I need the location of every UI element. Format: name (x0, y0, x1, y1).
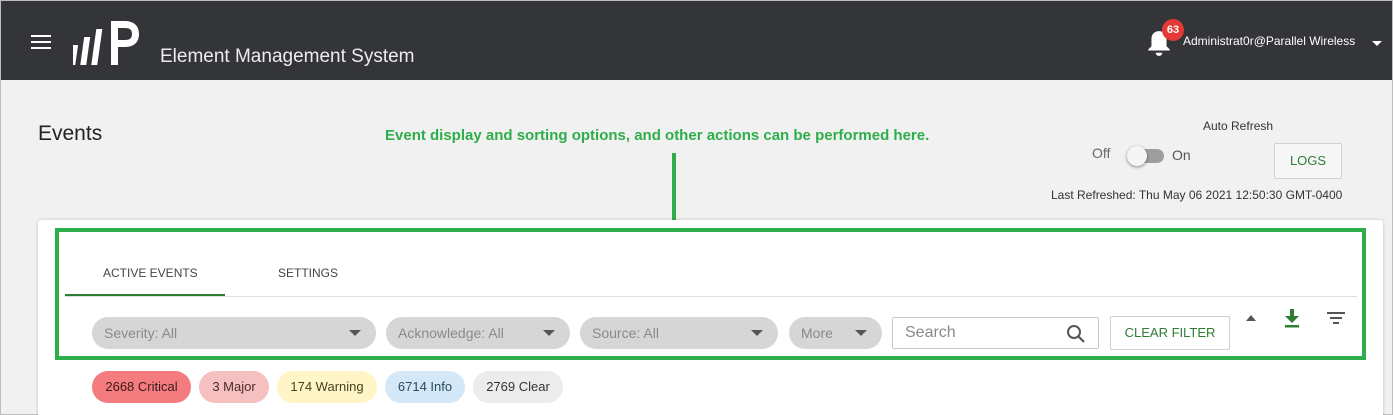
warning-count-chip[interactable]: 174 Warning (277, 371, 377, 403)
toggle-on-label: On (1172, 147, 1191, 163)
logo-icon (73, 21, 139, 65)
chevron-down-icon[interactable] (1372, 41, 1382, 46)
notification-badge[interactable]: 63 (1162, 19, 1184, 41)
auto-refresh-toggle[interactable] (1127, 146, 1164, 166)
annotation-connector (672, 153, 676, 227)
top-bar: Element Management System 63 Administrat… (1, 1, 1392, 80)
last-refreshed-text: Last Refreshed: Thu May 06 2021 12:50:30… (1051, 188, 1343, 202)
menu-icon[interactable] (31, 35, 51, 49)
annotation-text: Event display and sorting options, and o… (385, 127, 930, 144)
info-count-chip[interactable]: 6714 Info (385, 371, 465, 403)
page-title: Events (38, 122, 103, 145)
app-title: Element Management System (160, 46, 415, 67)
major-count-chip[interactable]: 3 Major (199, 371, 269, 403)
clear-count-chip[interactable]: 2769 Clear (473, 371, 563, 403)
critical-count-chip[interactable]: 2668 Critical (92, 371, 191, 403)
toggle-off-label: Off (1092, 145, 1111, 161)
auto-refresh-label: Auto Refresh (1203, 119, 1274, 133)
logs-button[interactable]: LOGS (1274, 143, 1342, 179)
annotation-highlight-box (55, 228, 1366, 360)
user-menu[interactable]: Administrat0r@Parallel Wireless (1183, 34, 1355, 48)
